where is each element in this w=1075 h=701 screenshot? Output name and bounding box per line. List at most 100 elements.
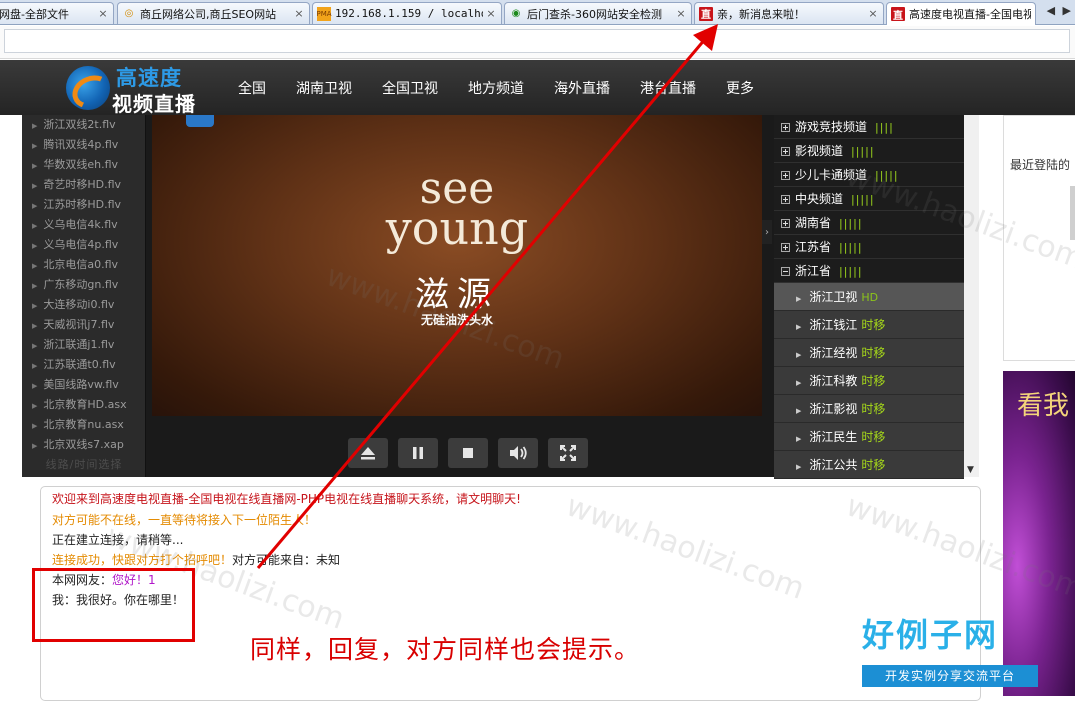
channel-label: 浙江经视: [809, 346, 858, 360]
server-item[interactable]: ▶ 大连移动i0.flv: [22, 295, 145, 315]
route-time-select[interactable]: 线路/时间选择: [22, 453, 146, 477]
nav-item-local[interactable]: 地方频道: [468, 78, 524, 98]
close-icon[interactable]: ×: [485, 7, 497, 20]
triangle-right-icon: ▶: [32, 282, 38, 290]
pause-button[interactable]: [398, 438, 438, 468]
video-frame[interactable]: see young 滋源 无硅油洗头水: [152, 115, 762, 416]
close-icon[interactable]: ×: [675, 7, 687, 20]
video-brand-line2: young: [385, 201, 529, 255]
server-item[interactable]: ▶ 义乌电信4p.flv: [22, 235, 145, 255]
tab-live-tv[interactable]: 直 高速度电视直播-全国电视: [886, 2, 1036, 25]
server-item[interactable]: ▶ 北京电信a0.flv: [22, 255, 145, 275]
channel-item[interactable]: ▶ 浙江经视 时移: [774, 339, 964, 367]
triangle-right-icon: ▶: [796, 463, 802, 471]
fullscreen-button[interactable]: [548, 438, 588, 468]
channel-item[interactable]: ▶ 浙江公共 时移: [774, 451, 964, 479]
address-field[interactable]: [4, 29, 1070, 53]
channel-scrollbar[interactable]: ▼: [964, 115, 979, 477]
tab-phpmyadmin[interactable]: PMA 192.168.1.159 / localhost ×: [312, 2, 502, 24]
server-item[interactable]: ▶ 义乌电信4k.flv: [22, 215, 145, 235]
close-icon[interactable]: ×: [293, 7, 305, 20]
triangle-right-icon: ▶: [796, 351, 802, 359]
360-icon: ◉: [511, 8, 521, 19]
server-item[interactable]: ▶ 浙江双线2t.flv: [22, 115, 145, 135]
category-zhejiang[interactable]: 浙江省 |||||: [774, 259, 964, 283]
tab-cloud-files[interactable]: 网盘-全部文件 ×: [0, 2, 114, 24]
signal-bars: |||||: [851, 145, 875, 158]
tab-seo-company[interactable]: ◎ 商丘网络公司,商丘SEO网站 ×: [117, 2, 310, 24]
channel-tag: 时移: [861, 458, 886, 472]
tab-scroll-controls[interactable]: ◀ ▶: [1047, 4, 1073, 17]
category-movies[interactable]: 影视频道 |||||: [774, 139, 964, 163]
channel-label: 浙江卫视: [809, 290, 858, 304]
tab-new-message[interactable]: 直 亲，新消息来啦！ ×: [694, 2, 884, 24]
server-item[interactable]: ▶ 华数双线eh.flv: [22, 155, 145, 175]
chat-connected-line: 连接成功，快跟对方打个招呼吧！对方可能来自：未知: [52, 551, 340, 568]
server-item[interactable]: ▶ 北京教育HD.asx: [22, 395, 145, 415]
server-item[interactable]: ▶ 江苏时移HD.flv: [22, 195, 145, 215]
channel-panel: 游戏竞技频道 |||| 影视频道 ||||| 少儿卡通频道 ||||| 中央频道 |||…: [774, 115, 964, 479]
triangle-right-icon: ▶: [32, 382, 38, 390]
category-games[interactable]: 游戏竞技频道 ||||: [774, 115, 964, 139]
tab-360-scan[interactable]: ◉ 后门查杀-360网站安全检测 ×: [504, 2, 692, 24]
site-icon: 直: [891, 7, 905, 22]
channel-item[interactable]: ▶ 浙江科教 时移: [774, 367, 964, 395]
site-logo[interactable]: 高速度 视频直播: [66, 62, 201, 116]
channel-item[interactable]: ▶ 浙江影视 时移: [774, 395, 964, 423]
channel-item[interactable]: ▶ 浙江钱江 时移: [774, 311, 964, 339]
nav-item-more[interactable]: 更多: [726, 78, 754, 98]
login-scrollbar[interactable]: [1070, 186, 1075, 240]
player-controls: [146, 416, 774, 477]
triangle-right-icon: ▶: [32, 262, 38, 270]
triangle-right-icon: ▶: [32, 322, 38, 330]
channel-label: 浙江科教: [809, 374, 858, 388]
triangle-right-icon: ▶: [32, 402, 38, 410]
channel-item-zhejiang-tv[interactable]: ▶ 浙江卫视 HD: [774, 283, 964, 311]
server-item[interactable]: ▶ 北京双线s7.xap: [22, 435, 145, 455]
nav-item-hunan[interactable]: 湖南卫视: [296, 78, 352, 98]
scroll-down-icon[interactable]: ▼: [967, 465, 974, 475]
nav-item-all[interactable]: 全国: [238, 78, 266, 98]
nav-item-hktw[interactable]: 港台直播: [640, 78, 696, 98]
triangle-right-icon: ▶: [796, 323, 802, 331]
category-label: 少儿卡通频道: [795, 168, 868, 182]
server-item[interactable]: ▶ 奇艺时移HD.flv: [22, 175, 145, 195]
server-label: 浙江双线2t.flv: [43, 118, 116, 131]
channel-item[interactable]: ▶ 浙江民生 时移: [774, 423, 964, 451]
server-label: 北京双线s7.xap: [43, 438, 124, 451]
server-item[interactable]: ▶ 浙江联通j1.flv: [22, 335, 145, 355]
category-hunan[interactable]: 湖南省 |||||: [774, 211, 964, 235]
server-item[interactable]: ▶ 天威视讯j7.flv: [22, 315, 145, 335]
triangle-right-icon: ▶: [32, 162, 38, 170]
server-item[interactable]: ▶ 腾讯双线4p.flv: [22, 135, 145, 155]
volume-button[interactable]: [498, 438, 538, 468]
triangle-right-icon: ▶: [32, 442, 38, 450]
nav-item-satellite[interactable]: 全国卫视: [382, 78, 438, 98]
category-label: 江苏省: [795, 240, 832, 254]
server-label: 江苏时移HD.flv: [43, 198, 122, 211]
category-jiangsu[interactable]: 江苏省 |||||: [774, 235, 964, 259]
stop-icon: [463, 448, 473, 458]
channel-tag: 时移: [861, 402, 886, 416]
server-label: 义乌电信4p.flv: [43, 238, 119, 251]
server-item[interactable]: ▶ 广东移动gn.flv: [22, 275, 145, 295]
category-kids[interactable]: 少儿卡通频道 |||||: [774, 163, 964, 187]
stop-button[interactable]: [448, 438, 488, 468]
channel-tag: 时移: [861, 318, 886, 332]
server-label: 浙江联通j1.flv: [43, 338, 115, 351]
server-item[interactable]: ▶ 江苏联通t0.flv: [22, 355, 145, 375]
expand-plus-icon: [781, 147, 790, 156]
close-icon[interactable]: ×: [867, 7, 879, 20]
chat-offline-notice: 对方可能不在线，一直等待将接入下一位陌生人！: [52, 513, 317, 527]
category-cctv[interactable]: 中央频道 |||||: [774, 187, 964, 211]
close-icon[interactable]: ×: [97, 7, 109, 20]
server-item[interactable]: ▶ 美国线路vw.flv: [22, 375, 145, 395]
nav-item-overseas[interactable]: 海外直播: [554, 78, 610, 98]
server-item[interactable]: ▶ 北京教育nu.asx: [22, 415, 145, 435]
panel-toggle-chevron-icon[interactable]: ›: [762, 220, 772, 244]
category-label: 湖南省: [795, 216, 832, 230]
category-label: 影视频道: [795, 144, 844, 158]
chat-welcome-message: 欢迎来到高速度电视直播-全国电视在线直播网-PHP电视在线直播聊天系统，请文明聊…: [52, 492, 521, 506]
eject-button[interactable]: [348, 438, 388, 468]
triangle-right-icon: ▶: [796, 435, 802, 443]
